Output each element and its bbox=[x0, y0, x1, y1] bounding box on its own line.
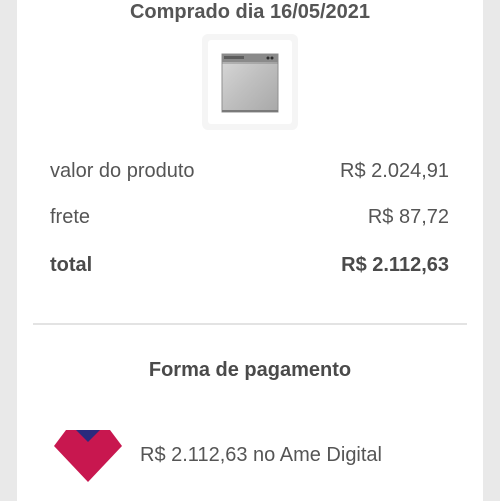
payment-method-text: R$ 2.112,63 no Ame Digital bbox=[140, 444, 383, 466]
total-amount: R$ 2.112,63 bbox=[341, 253, 449, 276]
order-details-card: Comprado dia 16/05/2021 valor do produto… bbox=[17, 0, 483, 501]
total-row: total R$ 2.112,63 bbox=[50, 252, 449, 278]
product-value-row: valor do produto R$ 2.024,91 bbox=[50, 158, 449, 184]
purchase-date-title: Comprado dia 16/05/2021 bbox=[129, 1, 371, 23]
section-divider bbox=[33, 323, 467, 325]
dishwasher-product-image bbox=[221, 53, 279, 113]
payment-method-title: Forma de pagamento bbox=[148, 359, 352, 381]
shipping-label: frete bbox=[50, 205, 91, 228]
product-value-label: valor do produto bbox=[50, 159, 195, 182]
product-thumbnail[interactable] bbox=[202, 34, 298, 130]
ame-digital-logo-icon bbox=[54, 430, 122, 482]
payment-method-row: R$ 2.112,63 no Ame Digital bbox=[52, 428, 472, 484]
product-value-amount: R$ 2.024,91 bbox=[340, 159, 449, 182]
shipping-amount: R$ 87,72 bbox=[367, 205, 449, 228]
shipping-row: frete R$ 87,72 bbox=[50, 204, 449, 230]
total-label: total bbox=[50, 253, 93, 276]
